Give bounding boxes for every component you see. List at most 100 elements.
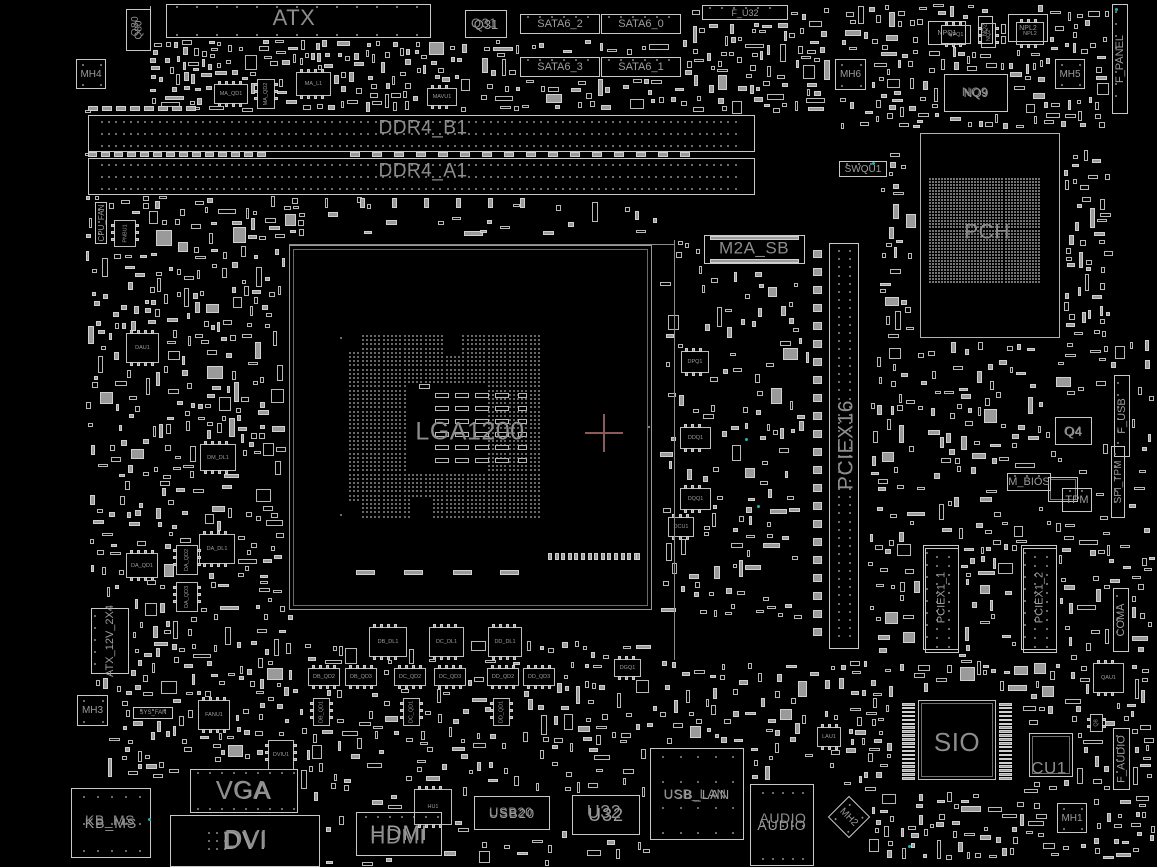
component-db_dl1[interactable]: DB_DL1 <box>369 627 407 657</box>
component-ma_l1[interactable]: MA_L1 <box>296 72 331 96</box>
smd-mid-right <box>733 564 737 568</box>
connector-u32-label: U32 <box>587 804 625 825</box>
connector-usb-lan[interactable]: USB_LAN <box>650 748 744 840</box>
smd-left-upper <box>191 403 195 408</box>
dimm-slot-ddr4-a1[interactable] <box>88 158 755 195</box>
component-lau1[interactable]: LAU1 <box>817 727 841 747</box>
smd-mid-right <box>694 592 699 597</box>
connector-tpm[interactable]: TPM <box>1062 488 1092 512</box>
component-dd_qd3[interactable]: DD_QD3 <box>523 668 555 686</box>
connector-spi_tpm[interactable]: SPI_TPM <box>1111 446 1125 518</box>
sio-lead <box>902 726 915 729</box>
component-nq9[interactable]: NQ9 <box>944 74 1008 112</box>
component-dpq1[interactable]: DPQ1 <box>681 351 709 373</box>
smd-right-mid <box>1145 360 1150 369</box>
component-dau1[interactable]: DAU1 <box>126 333 159 363</box>
connector-pciex1_1[interactable]: PCIEX1_1 <box>923 545 959 650</box>
smd-mid-right <box>714 566 720 579</box>
smd-mid-right <box>763 543 780 548</box>
component-dgq1[interactable]: DGQ1 <box>614 659 641 677</box>
smd-bottom-left <box>122 701 128 706</box>
connector-atx_12v_2x4[interactable]: ATX_12V_2X4 <box>91 605 129 677</box>
smd-bottom-mid <box>554 738 563 743</box>
connector-vga[interactable]: VGA <box>190 769 298 813</box>
component-npl2[interactable]: NPL2 <box>1016 22 1044 45</box>
smd-bottom-right-upper <box>706 699 709 707</box>
smd-pch-surround <box>1086 260 1092 265</box>
mounting-hole-mh4[interactable]: MH4 <box>76 59 106 89</box>
component-dcu1[interactable]: DCU1 <box>668 517 694 537</box>
smd-left-lower <box>238 573 244 577</box>
mounting-hole-mh3[interactable]: MH3 <box>77 695 108 726</box>
component-ddq1[interactable]: DDQ1 <box>680 427 711 449</box>
component-q80[interactable]: Q80 <box>126 9 151 51</box>
smd-mid-right <box>771 388 782 404</box>
component-fanu1[interactable]: FANU1 <box>198 700 230 730</box>
component-q31[interactable]: Q31 <box>465 10 507 38</box>
smd-bottom-mid <box>578 726 590 732</box>
component-db_qd3[interactable]: DB_QD3 <box>345 668 377 686</box>
component-npq1[interactable]: NPQ1 <box>941 25 971 44</box>
pcie-x16-slot[interactable] <box>829 243 859 649</box>
connector-atx[interactable] <box>166 4 431 38</box>
smd-top-left <box>345 56 350 61</box>
component-dm_dl1[interactable]: DM_DL1 <box>200 444 236 471</box>
smd-bottom-mid <box>425 711 431 715</box>
component-ma_qd2[interactable]: MA_QD2 <box>257 79 275 109</box>
component-q4[interactable]: Q4 <box>1055 417 1092 445</box>
component-da_qd3[interactable]: DA_QD3 <box>176 582 198 612</box>
smd-right-mid <box>928 351 935 356</box>
smd-top-right <box>789 33 795 38</box>
component-dc_qd1[interactable]: DC_QD1 <box>403 698 420 726</box>
smd-bottom-left <box>126 710 130 717</box>
connector-f_usb[interactable]: F_USB <box>1114 375 1130 457</box>
component-dc_dl1[interactable]: DC_DL1 <box>429 627 464 657</box>
mounting-hole-mh2[interactable]: MH2 <box>827 795 871 839</box>
smd-top-left <box>151 75 156 79</box>
smd-bottom-left <box>157 721 161 732</box>
component-dqq1[interactable]: DQQ1 <box>680 488 711 510</box>
component-dc_qd2[interactable]: DC_QD2 <box>394 668 426 686</box>
smd-left-lower <box>172 644 177 650</box>
atx-pin <box>216 34 218 36</box>
component-pnbu1[interactable]: PNBU1 <box>114 220 136 247</box>
component-hu1[interactable]: HU1 <box>414 789 452 825</box>
component-dc_qd3[interactable]: DC_QD3 <box>434 668 466 686</box>
component-db_qd2[interactable]: DB_QD2 <box>308 668 340 686</box>
component-da_dl1[interactable]: DA_DL1 <box>199 534 235 564</box>
component-q8[interactable]: Q8 <box>1090 714 1103 732</box>
pcb-boardview-canvas[interactable]: SATA6_2 SATA6_0 SATA6_3 SATA6_1 F_U32 F_PANEL… <box>0 0 1157 867</box>
component-mavu1[interactable]: MAVU1 <box>427 88 457 106</box>
component-nq2[interactable]: NQ2 <box>981 23 996 48</box>
smd-left-lower <box>197 691 201 695</box>
mounting-hole-mh6[interactable]: MH6 <box>835 59 866 90</box>
connector-cpu_fan[interactable]: CPU_FAN <box>95 202 107 244</box>
component-dd_dl1[interactable]: DD_DL1 <box>488 627 522 657</box>
component-da_qd2[interactable]: DA_QD2 <box>176 545 198 575</box>
smd-bottom-right <box>914 673 925 678</box>
lead <box>684 448 687 452</box>
connector-u32[interactable]: U32 <box>572 795 640 835</box>
connector-dvi[interactable]: DVI <box>170 815 320 867</box>
io-pin <box>97 850 99 852</box>
smd-right-lower <box>990 600 993 611</box>
component-db_qd1[interactable]: DB_QD1 <box>313 698 330 726</box>
smd-right-mid <box>1012 443 1017 448</box>
mounting-hole-mh1[interactable]: MH1 <box>1057 803 1087 833</box>
smd-bottom-right <box>1076 706 1081 712</box>
component-dd_qd1[interactable]: DD_QD1 <box>493 698 510 726</box>
mounting-hole-mh5[interactable]: MH5 <box>1055 59 1085 89</box>
component-dd_qd2[interactable]: DD_QD2 <box>487 668 519 686</box>
smd-bottom-right <box>1120 800 1131 804</box>
smd-right-lower <box>1138 647 1144 652</box>
smd-top-left <box>263 40 269 44</box>
smd-mid-right <box>785 471 788 478</box>
connector-pciex1_2[interactable]: PCIEX1_2 <box>1021 545 1057 650</box>
component-dviu1[interactable]: DVIU1 <box>268 740 294 770</box>
io-pin <box>139 850 141 852</box>
component-qau1[interactable]: QAU1 <box>1093 663 1124 693</box>
component-ma_qd1[interactable]: MA_QD1 <box>214 84 248 104</box>
connector-usb20[interactable]: USB20 <box>474 796 550 830</box>
dimm-slot-ddr4-b1[interactable] <box>88 115 755 152</box>
component-da_qd1[interactable]: DA_QD1 <box>126 553 158 578</box>
